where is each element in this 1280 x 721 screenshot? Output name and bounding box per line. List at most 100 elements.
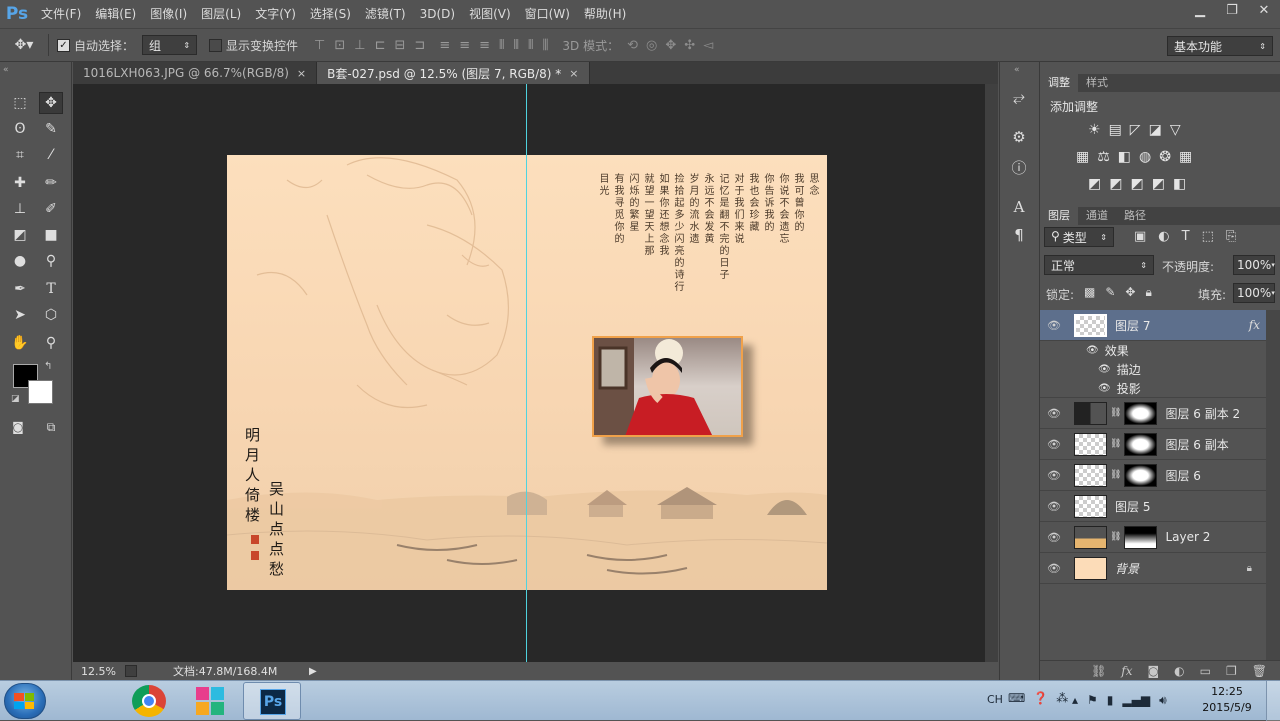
tab-paths[interactable]: 路径 [1116, 207, 1154, 225]
menu-help[interactable]: 帮助(H) [577, 0, 633, 28]
stroke-eye-icon[interactable]: 👁︎ [1098, 364, 1111, 375]
lock-all-icon[interactable]: 🔒︎ [1145, 285, 1151, 300]
vertical-guide[interactable] [526, 84, 527, 662]
quick-select-tool-icon[interactable]: ✎ [39, 118, 63, 140]
character-panel-icon[interactable]: A [1007, 196, 1031, 218]
document-canvas[interactable]: 思念 我可曾你的 你说不会遗忘 你告诉我的 我也会珍藏 对于我们来说 记忆是翻不… [227, 155, 827, 590]
black-white-icon[interactable]: ◧ [1118, 149, 1131, 165]
visibility-eye-icon[interactable]: 👁︎ [1040, 469, 1068, 482]
fill-input[interactable]: 100% ▾ [1233, 283, 1275, 303]
gradient-tool-icon[interactable]: ■ [39, 224, 63, 246]
exposure-icon[interactable]: ◪ [1149, 122, 1162, 138]
visibility-eye-icon[interactable]: 👁︎ [1040, 438, 1068, 451]
network-icon[interactable]: ▂▄▆ [1122, 693, 1150, 708]
3d-scale-icon[interactable]: ◅ [703, 38, 713, 53]
chain-link-icon[interactable]: ⛓︎ [1110, 408, 1121, 418]
layer-row[interactable]: 👁︎ 图层 7 fx [1040, 310, 1266, 341]
brush-tool-icon[interactable]: ✏ [39, 172, 63, 194]
distribute-left-icon[interactable]: ⫴ [499, 38, 504, 53]
blur-tool-icon[interactable]: ● [8, 250, 32, 272]
eraser-tool-icon[interactable]: ◩ [8, 224, 32, 246]
auto-select-checkbox[interactable]: ✓ [57, 38, 70, 52]
status-menu-arrow-icon[interactable]: ▶ [309, 666, 317, 677]
align-bottom-icon[interactable]: ⊥ [354, 38, 365, 53]
photo-filter-icon[interactable]: ◍ [1139, 149, 1151, 165]
brightness-icon[interactable]: ☀ [1088, 122, 1101, 138]
move-tool-icon[interactable]: ✥ [39, 92, 63, 114]
filter-smart-icon[interactable]: ⎘ [1226, 229, 1236, 244]
3d-slide-icon[interactable]: ✣ [684, 38, 695, 53]
menu-edit[interactable]: 编辑(E) [88, 0, 143, 28]
visibility-eye-icon[interactable]: 👁︎ [1040, 407, 1068, 420]
auto-select-dropdown[interactable]: 组 ⇕ [142, 35, 198, 55]
tab-layers[interactable]: 图层 [1040, 207, 1078, 225]
layer-mask-thumbnail[interactable] [1124, 463, 1158, 487]
clock[interactable]: 12:25 2015/5/9 [1196, 684, 1258, 716]
clone-stamp-tool-icon[interactable]: ⊥ [8, 198, 32, 220]
effects-row[interactable]: 👁︎ 效果 [1040, 341, 1266, 360]
3d-panel-icon[interactable]: ⚙ [1007, 126, 1031, 148]
collapse-toolbox-icon[interactable]: « [3, 65, 9, 75]
tab-adjustments[interactable]: 调整 [1040, 74, 1078, 92]
history-brush-tool-icon[interactable]: ✐ [39, 198, 63, 220]
crop-tool-icon[interactable]: ⌗ [8, 144, 32, 166]
drop-shadow-eye-icon[interactable]: 👁︎ [1098, 383, 1111, 394]
filter-shape-icon[interactable]: ⬚ [1202, 229, 1214, 244]
filter-pixel-icon[interactable]: ▣ [1134, 229, 1146, 244]
menu-3d[interactable]: 3D(D) [413, 0, 462, 28]
channel-mixer-icon[interactable]: ❂ [1159, 149, 1171, 165]
path-selection-tool-icon[interactable]: ➤ [8, 304, 32, 326]
type-tool-icon[interactable]: T [39, 278, 63, 300]
opacity-input[interactable]: 100% ▾ [1233, 255, 1275, 275]
battery-icon[interactable]: ▮ [1107, 693, 1114, 708]
new-layer-icon[interactable]: ❐ [1226, 664, 1237, 678]
align-vcenter-icon[interactable]: ⊡ [334, 38, 345, 53]
keyboard-icon[interactable]: ⌨ [1008, 691, 1025, 705]
align-right-icon[interactable]: ⊐ [414, 38, 425, 53]
vertical-scrollbar[interactable] [985, 84, 998, 662]
tray-expand-icon[interactable]: ⁂ [1056, 691, 1068, 705]
chain-link-icon[interactable]: ⛓︎ [1110, 532, 1121, 542]
show-transform-checkbox[interactable] [209, 38, 223, 52]
visibility-eye-icon[interactable]: 👁︎ [1040, 562, 1068, 575]
layer-mask-thumbnail[interactable] [1124, 401, 1158, 425]
3d-drag-icon[interactable]: ✥ [665, 38, 676, 53]
delete-layer-icon[interactable]: 🗑︎ [1252, 664, 1267, 678]
lasso-tool-icon[interactable]: ʘ [8, 118, 32, 140]
invert-icon[interactable]: ◩ [1088, 176, 1101, 192]
hue-saturation-icon[interactable]: ▦ [1076, 149, 1089, 165]
gradient-map-icon[interactable]: ◩ [1152, 176, 1165, 192]
quick-mask-icon[interactable]: ◙ [6, 416, 30, 438]
distribute-top-icon[interactable]: ≡ [439, 38, 450, 53]
history-panel-icon[interactable]: ⥂ [1007, 86, 1031, 108]
lock-paint-icon[interactable]: ✎ [1105, 285, 1115, 300]
layer-row[interactable]: 👁︎ 图层 5 [1040, 491, 1266, 522]
restore-button[interactable]: ❐ [1216, 0, 1248, 20]
paragraph-panel-icon[interactable]: ¶ [1007, 224, 1031, 246]
add-style-icon[interactable]: fx [1121, 664, 1132, 678]
flag-icon[interactable]: ⚑ [1087, 693, 1098, 708]
menu-view[interactable]: 视图(V) [462, 0, 518, 28]
align-top-icon[interactable]: ⊤ [314, 38, 325, 53]
visibility-eye-icon[interactable]: 👁︎ [1040, 531, 1068, 544]
3d-roll-icon[interactable]: ◎ [646, 38, 657, 53]
menu-layer[interactable]: 图层(L) [194, 0, 248, 28]
layer-row[interactable]: 👁︎ ⛓︎ 图层 6 [1040, 460, 1266, 491]
new-adjustment-icon[interactable]: ◐ [1174, 664, 1184, 678]
layer-7-photo[interactable] [592, 336, 743, 437]
layers-scrollbar[interactable] [1266, 310, 1280, 660]
filter-type-icon[interactable]: T [1182, 229, 1190, 244]
layer-mask-thumbnail[interactable] [1124, 525, 1158, 549]
tab-styles[interactable]: 样式 [1078, 74, 1116, 92]
link-layers-icon[interactable]: ⛓︎ [1091, 664, 1106, 678]
layer-mask-thumbnail[interactable] [1124, 432, 1158, 456]
close-button[interactable]: ✕ [1248, 0, 1280, 20]
move-tool-preset-icon[interactable]: ✥▾ [0, 37, 48, 53]
collapse-panels-icon[interactable]: « [1014, 65, 1020, 75]
effect-drop-shadow-row[interactable]: 👁︎ 投影 [1040, 379, 1266, 398]
layer-row[interactable]: 👁︎ ⛓︎ 图层 6 副本 [1040, 429, 1266, 460]
distribute-right-icon[interactable]: ⫴ [528, 38, 533, 53]
color-lookup-icon[interactable]: ▦ [1179, 149, 1192, 165]
curves-icon[interactable]: ◸ [1130, 122, 1141, 138]
align-left-icon[interactable]: ⊏ [375, 38, 386, 53]
